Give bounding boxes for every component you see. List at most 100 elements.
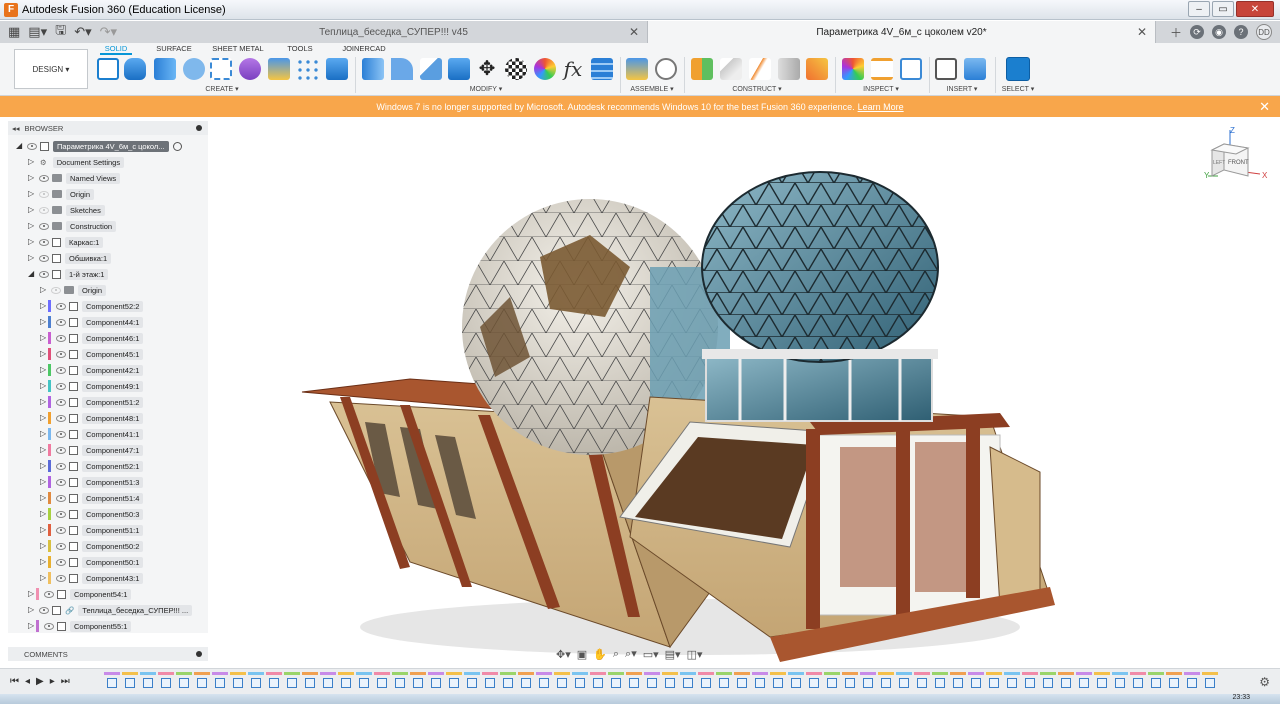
timeline-feature-icon[interactable] [953, 678, 963, 688]
browser-tree-item[interactable]: ▷ Component50:1 [40, 555, 144, 569]
timeline-feature-icon[interactable] [323, 678, 333, 688]
interference-icon[interactable] [871, 58, 893, 80]
visibility-eye-icon[interactable] [39, 270, 49, 278]
timeline-feature-icon[interactable] [989, 678, 999, 688]
expand-triangle-icon[interactable]: ▷ [28, 606, 36, 614]
create-group-label[interactable]: CREATE ▾ [196, 85, 248, 93]
timeline-feature-icon[interactable] [269, 678, 279, 688]
timeline-feature-icon[interactable] [1007, 678, 1017, 688]
timeline-feature-icon[interactable] [845, 678, 855, 688]
visibility-eye-icon[interactable] [56, 350, 66, 358]
minimize-button[interactable]: – [1188, 1, 1210, 17]
assemble-group-label[interactable]: ASSEMBLE ▾ [626, 85, 678, 93]
visibility-eye-icon[interactable] [27, 142, 37, 150]
close-banner-icon[interactable]: ✕ [1259, 99, 1270, 115]
look-at-icon[interactable]: ▣ [577, 648, 587, 661]
viewcube-left-label[interactable]: LEFT [1213, 160, 1225, 166]
step-forward-icon[interactable]: ▸ [50, 676, 55, 687]
expand-triangle-icon[interactable]: ▷ [40, 542, 48, 550]
timeline-feature-icon[interactable] [449, 678, 459, 688]
visibility-eye-icon[interactable] [39, 606, 49, 614]
browser-tree-item[interactable]: ▷ Component50:3 [40, 507, 144, 521]
timeline-feature-icon[interactable] [827, 678, 837, 688]
timeline-feature-icon[interactable] [647, 678, 657, 688]
tree-root[interactable]: ◢ Параметрика 4V_6м_с цокол... [16, 139, 182, 153]
browser-tree-item[interactable]: ▷ Component51:3 [40, 475, 144, 489]
browser-tree-item[interactable]: ▷ Component51:1 [40, 523, 144, 537]
timeline-feature-icon[interactable] [773, 678, 783, 688]
expand-triangle-icon[interactable]: ▷ [28, 590, 36, 598]
browser-tree-item[interactable]: ▷ Component41:1 [40, 427, 144, 441]
move-icon[interactable]: ✥ [476, 58, 498, 80]
insert-derive-icon[interactable] [935, 58, 957, 80]
browser-tree-item[interactable]: ▷ Sketches [28, 203, 105, 217]
expand-triangle-icon[interactable]: ▷ [40, 398, 48, 406]
timeline-feature-icon[interactable] [665, 678, 675, 688]
expand-triangle-icon[interactable]: ▷ [28, 254, 36, 262]
visibility-eye-icon[interactable] [39, 190, 49, 198]
collapse-triangle-icon[interactable]: ◢ [28, 270, 36, 278]
visibility-eye-icon[interactable] [56, 574, 66, 582]
timeline-feature-icon[interactable] [611, 678, 621, 688]
expand-triangle-icon[interactable]: ▷ [28, 158, 36, 166]
expand-triangle-icon[interactable]: ▷ [40, 430, 48, 438]
revolve-icon[interactable] [183, 58, 205, 80]
timeline-feature-icon[interactable] [1025, 678, 1035, 688]
browser-tree-item[interactable]: ▷ Component45:1 [40, 347, 144, 361]
browser-tree-item[interactable]: ▷ Component51:2 [40, 395, 144, 409]
visibility-eye-icon[interactable] [39, 222, 49, 230]
workspace-selector[interactable]: DESIGN ▾ [14, 49, 88, 89]
measure-icon[interactable] [842, 58, 864, 80]
timeline-feature-icon[interactable] [881, 678, 891, 688]
canvas-viewport[interactable] [210, 117, 1280, 665]
browser-tree-item[interactable]: ▷ 🔗 Теплица_беседка_СУПЕР!!! ... [28, 603, 193, 617]
timeline-feature-icon[interactable] [575, 678, 585, 688]
expand-triangle-icon[interactable]: ▷ [40, 334, 48, 342]
visibility-eye-icon[interactable] [56, 526, 66, 534]
timeline-feature-icon[interactable] [791, 678, 801, 688]
maximize-button[interactable]: ▭ [1212, 1, 1234, 17]
viewports-icon[interactable]: ◫▾ [687, 648, 703, 661]
timeline-feature-icon[interactable] [251, 678, 261, 688]
press-pull-icon[interactable] [362, 58, 384, 80]
timeline-feature-icon[interactable] [377, 678, 387, 688]
collapse-browser-icon[interactable]: ◂◂ [12, 124, 20, 133]
fillet-icon[interactable] [391, 58, 413, 80]
timeline-feature-icon[interactable] [1205, 678, 1215, 688]
extrude-icon[interactable] [154, 58, 176, 80]
visibility-eye-icon[interactable] [39, 254, 49, 262]
timeline-feature-icon[interactable] [485, 678, 495, 688]
timeline-feature-icon[interactable] [629, 678, 639, 688]
viewcube[interactable]: Z X Y FRONT LEFT [1204, 126, 1274, 184]
timeline-feature-icon[interactable] [467, 678, 477, 688]
plane-at-angle-icon[interactable] [720, 58, 742, 80]
expand-triangle-icon[interactable]: ▷ [28, 174, 36, 182]
physical-material-icon[interactable] [534, 58, 556, 80]
go-to-start-icon[interactable]: ⏮ [10, 676, 19, 687]
timeline-feature-icon[interactable] [179, 678, 189, 688]
timeline-feature-icon[interactable] [1061, 678, 1071, 688]
axis-icon[interactable] [749, 58, 771, 80]
insert-group-label[interactable]: INSERT ▾ [940, 85, 984, 93]
save-icon[interactable]: 🖫 [55, 21, 66, 43]
expand-triangle-icon[interactable]: ▷ [40, 446, 48, 454]
expand-triangle-icon[interactable]: ▷ [40, 382, 48, 390]
close-window-button[interactable]: ✕ [1236, 1, 1274, 17]
visibility-eye-icon[interactable] [56, 510, 66, 518]
compute-all-icon[interactable] [591, 58, 613, 80]
browser-tree-item[interactable]: ▷ Origin [40, 283, 107, 297]
visibility-eye-icon[interactable] [56, 446, 66, 454]
browser-tree-item[interactable]: ▷ Component50:2 [40, 539, 144, 553]
extensions-icon[interactable]: ⟳ [1190, 25, 1204, 39]
viewcube-front-label[interactable]: FRONT [1228, 160, 1249, 166]
visibility-eye-icon[interactable] [39, 174, 49, 182]
appearance-icon[interactable] [505, 58, 527, 80]
browser-tree-item[interactable]: ▷ Component55:1 [28, 619, 132, 633]
visibility-eye-icon[interactable] [44, 590, 54, 598]
timeline-feature-icon[interactable] [1079, 678, 1089, 688]
timeline-feature-icon[interactable] [431, 678, 441, 688]
timeline-feature-icon[interactable] [863, 678, 873, 688]
visibility-eye-icon[interactable] [56, 478, 66, 486]
joint-icon[interactable] [655, 58, 677, 80]
sweep-icon[interactable] [210, 58, 232, 80]
